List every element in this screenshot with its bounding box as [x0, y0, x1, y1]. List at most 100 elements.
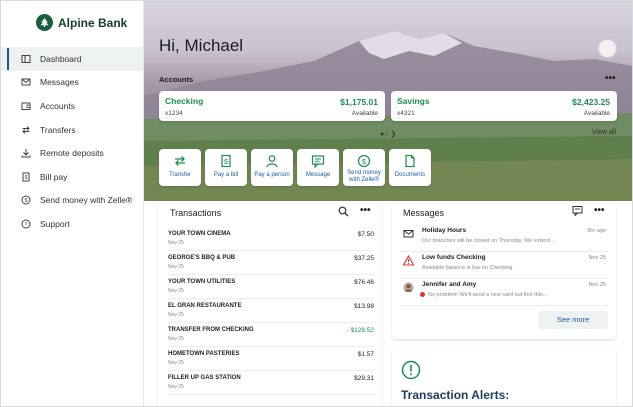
sidebar-item-remote-deposits[interactable]: Remote deposits — [1, 141, 143, 165]
accounts-heading: Accounts — [159, 75, 194, 84]
sidebar-item-messages[interactable]: Messages — [1, 71, 143, 95]
transfer-arrows-icon — [21, 125, 31, 135]
sidebar-item-label: Remote deposits — [40, 148, 104, 159]
transaction-merchant: GEORGE'S BBQ & PUB — [168, 255, 236, 261]
svg-text:?: ? — [24, 222, 27, 228]
message-preview: Available balance is low on Checking — [422, 265, 513, 271]
chat-icon — [311, 155, 325, 168]
message-row[interactable]: Jennifer and Amy No problem! We'll send … — [400, 279, 608, 306]
message-date: Nov 25 — [588, 255, 606, 261]
dollar-receipt-icon: $ — [221, 154, 231, 168]
sidebar-item-dashboard[interactable]: Dashboard — [1, 47, 143, 71]
transaction-merchant: FILLER UP GAS STATION — [168, 375, 241, 381]
svg-text:$: $ — [25, 175, 28, 181]
unread-badge — [420, 292, 425, 297]
sidebar-item-label: Dashboard — [40, 53, 82, 64]
sidebar-item-bill-pay[interactable]: $ Bill pay — [1, 165, 143, 189]
avatar-icon — [403, 282, 414, 293]
download-icon — [21, 148, 31, 158]
tree-logo-icon — [36, 14, 53, 31]
transfer-arrows-icon — [175, 156, 185, 166]
brand-name: Alpine Bank — [58, 15, 128, 30]
sidebar: Alpine Bank Dashboard Messages Accounts … — [1, 1, 144, 406]
sidebar-item-transfers[interactable]: Transfers — [1, 118, 143, 142]
transaction-amount: $37.25 — [354, 255, 374, 262]
transaction-row[interactable]: YOUR TOWN CINEMA Nov 25 $7.50 — [168, 226, 374, 251]
carousel-pager[interactable]: ●○ ❯ — [380, 130, 396, 138]
transaction-date: Nov 25 — [168, 288, 184, 294]
sidebar-item-zelle[interactable]: $ Send money with Zelle® — [1, 189, 143, 213]
sidebar-item-label: Transfers — [40, 124, 76, 135]
transaction-alerts-title: Transaction Alerts: — [401, 388, 510, 402]
messages-more-menu-icon[interactable]: ••• — [594, 205, 605, 216]
balance-label: Available — [351, 110, 378, 117]
transaction-row[interactable]: HOMETOWN PASTERIES Nov 25 $1.57 — [168, 346, 374, 371]
profile-avatar[interactable] — [598, 39, 617, 58]
message-title: Holiday Hours — [422, 227, 467, 234]
account-name: Savings — [397, 96, 430, 106]
document-icon — [405, 154, 415, 168]
envelope-icon — [403, 230, 414, 238]
message-preview: No problem! We'll send a new card out fi… — [428, 292, 548, 298]
transaction-merchant: YOUR TOWN UTILITIES — [168, 279, 236, 285]
sidebar-item-support[interactable]: ? Support — [1, 212, 143, 236]
transaction-date: Nov 25 — [168, 264, 184, 270]
message-row[interactable]: Low funds Checking Available balance is … — [400, 252, 608, 279]
quick-action-zelle[interactable]: $ Send money with Zelle® — [343, 149, 385, 186]
brand-logo[interactable]: Alpine Bank — [36, 14, 127, 31]
transaction-row[interactable]: TRANSFER FROM CHECKING Nov 25 - $128.52 — [168, 322, 374, 347]
envelope-icon — [21, 77, 31, 87]
svg-text:$: $ — [224, 159, 228, 166]
transaction-date: Nov 25 — [168, 384, 184, 390]
accounts-more-menu-icon[interactable]: ••• — [605, 73, 616, 84]
transaction-amount: $1.57 — [357, 351, 374, 358]
quick-action-label: Send money with Zelle® — [347, 170, 381, 183]
quick-action-pay-person[interactable]: Pay a person — [251, 149, 293, 186]
account-number: x1234 — [165, 110, 183, 117]
dollar-circle-icon: $ — [21, 195, 31, 205]
sidebar-item-accounts[interactable]: Accounts — [1, 94, 143, 118]
quick-action-label: Transfer — [168, 172, 192, 178]
account-card-savings[interactable]: Savings x4321 $2,423.25 Available — [391, 91, 617, 121]
transaction-alerts-card: Transaction Alerts: — [392, 346, 616, 406]
warning-icon — [403, 255, 414, 266]
compose-message-icon[interactable] — [572, 205, 583, 216]
transaction-row[interactable]: EL GRAN RESTAURANTE Nov 25 $13.98 — [168, 298, 374, 323]
transaction-row[interactable]: YOUR TOWN UTILITIES Nov 25 $76.46 — [168, 274, 374, 299]
message-date: 8hr ago — [587, 228, 606, 234]
message-title: Jennifer and Amy — [422, 281, 477, 288]
transaction-amount: - $128.52 — [346, 327, 374, 334]
transaction-merchant: TRANSFER FROM CHECKING — [168, 327, 254, 333]
alert-circle-icon — [401, 360, 421, 380]
transaction-merchant: YOUR TOWN CINEMA — [168, 231, 231, 237]
greeting-title: Hi, Michael — [159, 36, 244, 55]
transaction-date: Nov 25 — [168, 336, 184, 342]
message-row[interactable]: Holiday Hours Our branches will be close… — [400, 225, 608, 252]
quick-action-pay-bill[interactable]: $ Pay a bill — [205, 149, 247, 186]
message-date: Nov 25 — [588, 282, 606, 288]
transaction-date: Nov 25 — [168, 312, 184, 318]
hero-banner: Hi, Michael Accounts ••• Checking x1234 … — [144, 1, 632, 201]
sidebar-item-label: Support — [40, 218, 70, 229]
quick-action-documents[interactable]: Documents — [389, 149, 431, 186]
messages-heading: Messages — [403, 208, 445, 218]
quick-action-message[interactable]: Message — [297, 149, 339, 186]
account-number: x4321 — [397, 110, 415, 117]
sidebar-item-label: Accounts — [40, 100, 75, 111]
account-balance: $2,423.25 — [572, 97, 610, 107]
search-icon[interactable] — [338, 206, 349, 217]
person-icon — [266, 155, 278, 168]
svg-text:$: $ — [362, 157, 367, 166]
receipt-icon: $ — [21, 172, 31, 182]
account-card-checking[interactable]: Checking x1234 $1,175.01 Available — [159, 91, 385, 121]
main-content: Hi, Michael Accounts ••• Checking x1234 … — [144, 1, 632, 406]
transactions-more-menu-icon[interactable]: ••• — [360, 205, 371, 216]
sidebar-item-label: Bill pay — [40, 171, 68, 182]
messages-card: Messages ••• Holiday Hours Our branches … — [392, 201, 616, 339]
transaction-row[interactable]: FILLER UP GAS STATION Nov 25 $29.31 — [168, 370, 374, 395]
see-more-button[interactable]: See more — [538, 311, 608, 329]
transaction-row[interactable]: GEORGE'S BBQ & PUB Nov 25 $37.25 — [168, 250, 374, 275]
view-all-link[interactable]: View all — [592, 129, 616, 136]
quick-action-transfer[interactable]: Transfer — [159, 149, 201, 186]
transaction-merchant: EL GRAN RESTAURANTE — [168, 303, 242, 309]
